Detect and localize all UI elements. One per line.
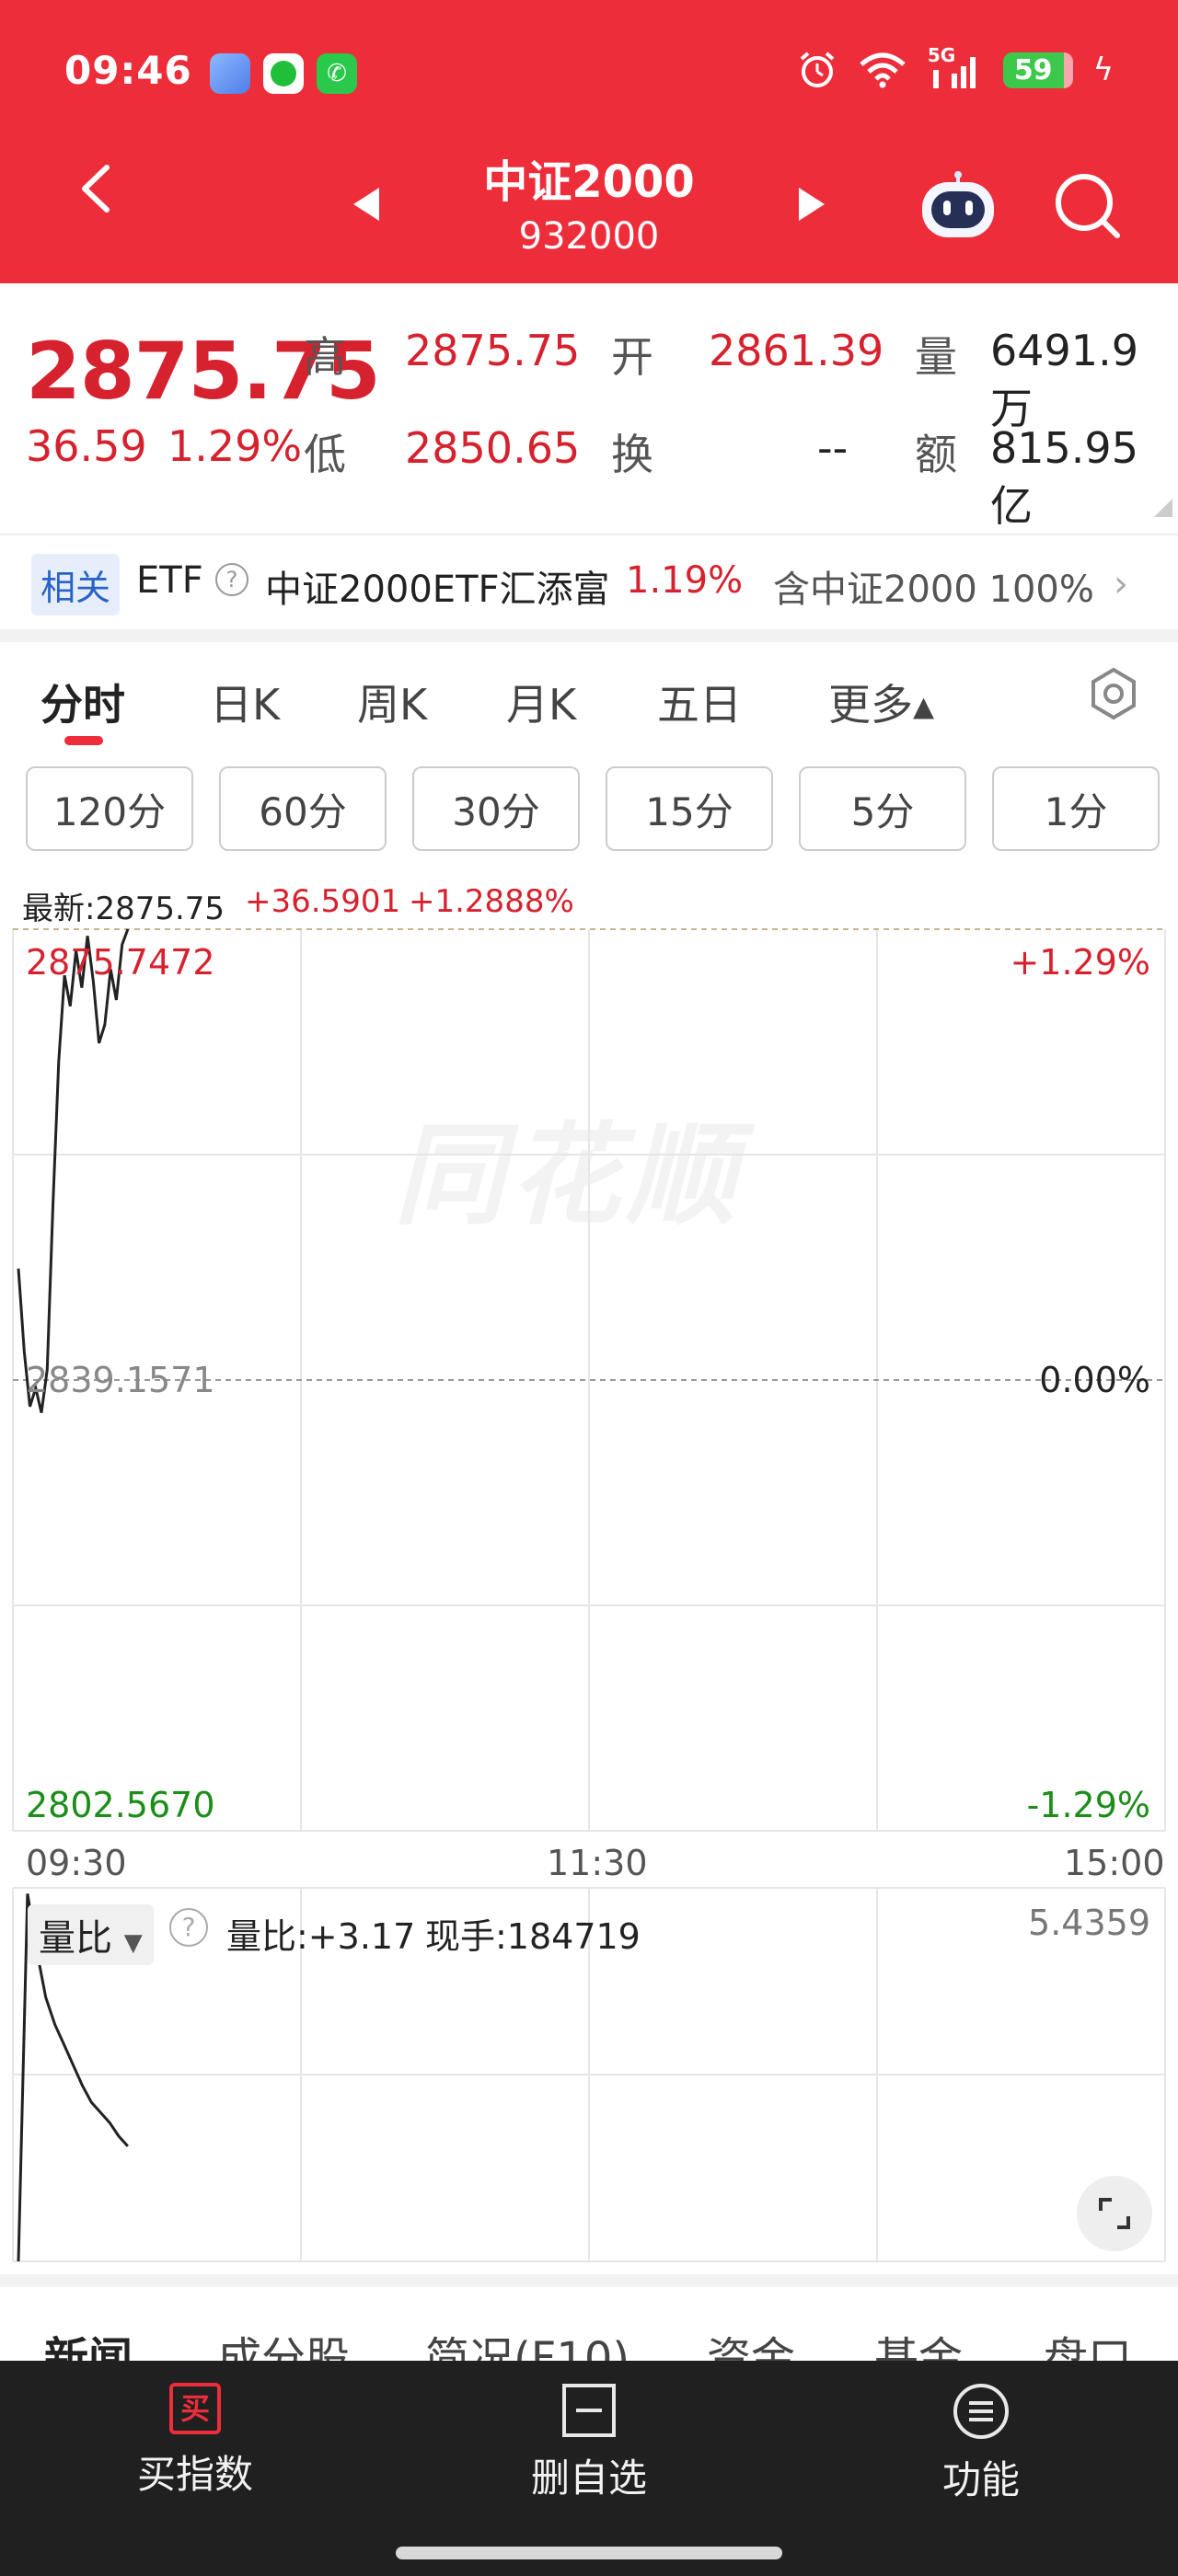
ai-assistant-icon[interactable]: [918, 171, 998, 241]
tab-weekly-k[interactable]: 周K: [357, 672, 427, 732]
amount-value: 815.95亿: [990, 423, 1138, 531]
current-hand-value: 现手:184719: [425, 1916, 641, 1957]
open-value: 2861.39: [709, 326, 884, 375]
chart-settings-icon[interactable]: [1086, 666, 1141, 721]
etf-change-pct: 1.19%: [626, 559, 744, 602]
period-60min[interactable]: 60分: [219, 766, 387, 851]
high-value: 2875.75: [405, 326, 581, 375]
period-1min[interactable]: 1分: [992, 766, 1160, 851]
chevron-down-icon: ▼: [123, 1929, 143, 1957]
buy-index-button[interactable]: 买 买指数: [57, 2383, 333, 2500]
back-icon[interactable]: [74, 164, 123, 213]
search-icon[interactable]: [1053, 171, 1123, 241]
low-value: 2850.65: [405, 423, 581, 473]
turnover-label: 换: [611, 430, 653, 479]
tab-monthly-k[interactable]: 月K: [506, 672, 576, 732]
period-5min[interactable]: 5分: [799, 766, 966, 851]
x-tick-open: 09:30: [26, 1843, 127, 1883]
menu-icon: [953, 2384, 1009, 2439]
amount-label: 额: [915, 430, 957, 479]
x-tick-close: 15:00: [1064, 1843, 1165, 1883]
status-indicators: 5G 59 ϟ: [797, 44, 1114, 90]
status-time: 09:46: [64, 48, 192, 93]
buy-index-label: 买指数: [136, 2452, 253, 2497]
etf-label: ETF: [136, 559, 203, 602]
app-header: 09:46 ✆ 5G 59 ϟ 中证2000 932000: [0, 0, 1178, 283]
period-120min[interactable]: 120分: [26, 766, 193, 851]
remove-watchlist-label: 删自选: [530, 2455, 647, 2501]
chart-grid: [12, 929, 1166, 2262]
alarm-icon: [800, 52, 835, 87]
y-tick-left-top: 2875.7472: [26, 942, 215, 983]
y-tick-right-top: +1.29%: [1010, 942, 1150, 983]
etf-holding: 含中证2000 100%: [773, 569, 1094, 611]
volume-label: 量: [915, 332, 957, 382]
expand-corner-icon[interactable]: [1154, 499, 1172, 517]
status-app-icons: ✆: [210, 53, 357, 94]
fullscreen-icon: [1099, 2198, 1130, 2229]
bottom-bar: 买 买指数 删自选 功能: [0, 2361, 1178, 2576]
y-tick-right-mid: 0.00%: [1039, 1360, 1150, 1400]
buy-icon: 买: [169, 2383, 221, 2434]
remove-watchlist-button[interactable]: 删自选: [451, 2383, 727, 2503]
index-name: 中证2000: [483, 156, 695, 208]
open-label: 开: [611, 332, 653, 382]
low-label: 低: [304, 430, 346, 479]
price-change-pct: 1.29%: [167, 421, 303, 471]
y-tick-left-mid: 2839.1571: [26, 1360, 215, 1400]
period-30min[interactable]: 30分: [412, 766, 580, 851]
volume-ratio-value: 量比:+3.17: [226, 1916, 416, 1957]
section-divider: [0, 2274, 1178, 2287]
weather-app-icon: [210, 53, 250, 94]
price-change: 36.59: [26, 421, 147, 471]
tab-more[interactable]: 更多▴: [828, 672, 934, 732]
section-divider: [0, 629, 1178, 642]
help-icon[interactable]: ?: [169, 1908, 208, 1947]
turnover-value: --: [817, 423, 849, 473]
charging-icon: ϟ: [1092, 52, 1114, 88]
etf-name: 中证2000ETF汇添富: [265, 569, 610, 611]
related-etf-row[interactable]: 相关 ETF ? 中证2000ETF汇添富 1.19% 含中证2000 100%…: [0, 534, 1178, 626]
help-icon[interactable]: ?: [215, 563, 248, 596]
period-15min[interactable]: 15分: [606, 766, 773, 851]
active-tab-indicator: [64, 736, 103, 745]
intraday-chart[interactable]: [0, 865, 1178, 2272]
index-code: 932000: [518, 215, 660, 258]
indicator-name: 量比: [39, 1917, 112, 1960]
fullscreen-button[interactable]: [1077, 2176, 1152, 2251]
chevron-right-icon[interactable]: ›: [1114, 563, 1128, 605]
quote-panel: 2875.75 36.59 1.29% 高 2875.75 开 2861.39 …: [0, 283, 1178, 534]
signal-icon: 5G: [928, 44, 983, 90]
tab-five-day[interactable]: 五日: [657, 672, 742, 732]
volume-ratio-max: 5.4359: [1028, 1903, 1150, 1943]
remove-watchlist-icon: [562, 2384, 616, 2437]
functions-label: 功能: [941, 2457, 1020, 2502]
high-label: 高: [304, 332, 346, 382]
x-tick-midday: 11:30: [547, 1843, 648, 1883]
tab-intraday[interactable]: 分时: [40, 672, 125, 732]
y-tick-right-bottom: -1.29%: [1026, 1785, 1150, 1825]
wifi-icon: [860, 52, 906, 88]
index-title: 中证2000 932000: [405, 145, 773, 258]
tab-daily-k[interactable]: 日K: [210, 672, 280, 732]
message-app-icon: [263, 53, 304, 94]
battery-indicator: 59: [1002, 52, 1073, 88]
next-index-icon[interactable]: [797, 188, 825, 221]
phone-app-icon: ✆: [317, 53, 357, 94]
price-line: [17, 928, 130, 1413]
functions-button[interactable]: 功能: [843, 2383, 1119, 2505]
related-tag: 相关: [31, 554, 121, 615]
volume-value: 6491.9万: [990, 326, 1138, 433]
indicator-selector[interactable]: 量比 ▼: [28, 1904, 154, 1965]
y-tick-left-bottom: 2802.5670: [26, 1785, 215, 1825]
prev-index-icon[interactable]: [353, 188, 381, 221]
home-indicator[interactable]: [396, 2547, 782, 2559]
